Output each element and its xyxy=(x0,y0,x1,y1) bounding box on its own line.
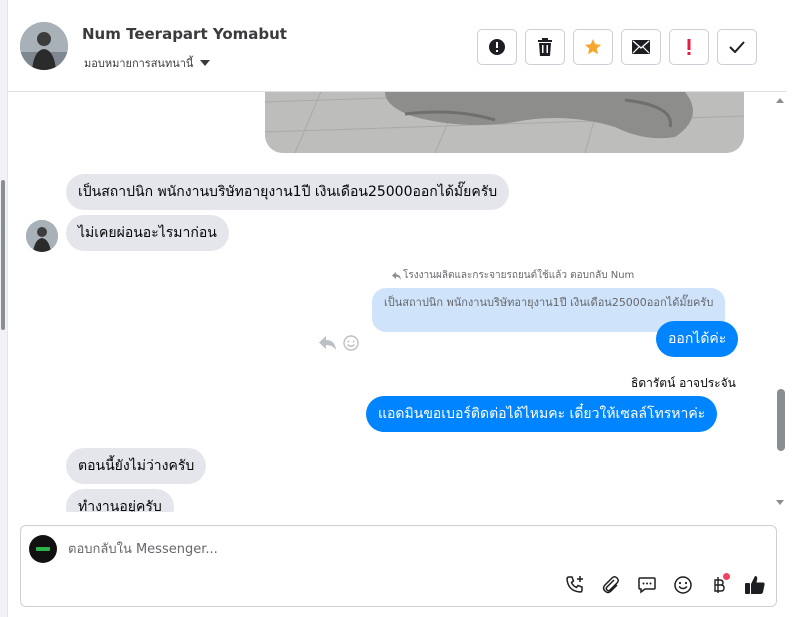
shared-photo[interactable] xyxy=(265,92,744,153)
trash-icon xyxy=(538,38,552,56)
scroll-down-arrow-icon[interactable] xyxy=(776,500,784,505)
reply-input[interactable] xyxy=(68,539,668,559)
message-incoming[interactable]: ทำงานอยู่ครับ xyxy=(66,489,174,512)
message-outgoing[interactable]: ออกได้ค่ะ xyxy=(656,321,739,357)
reply-composer xyxy=(20,525,777,607)
paperclip-icon xyxy=(602,576,619,594)
contact-name[interactable]: Num Teerapart Yomabut xyxy=(82,25,287,43)
composer-tools xyxy=(563,573,767,597)
reply-hint-text: โรงงานผลิตและกระจายรถยนต์ใช้แล้ว ตอบกลับ… xyxy=(403,270,635,281)
left-panel-edge xyxy=(0,0,8,617)
spam-button[interactable] xyxy=(477,29,517,65)
delete-button[interactable] xyxy=(525,29,565,65)
follow-up-button[interactable] xyxy=(669,29,709,65)
star-button[interactable] xyxy=(573,29,613,65)
check-icon xyxy=(729,41,745,53)
star-icon xyxy=(585,39,601,55)
assign-conversation-dropdown[interactable]: มอบหมายการสนทนานี้ xyxy=(84,54,211,72)
reply-icon[interactable] xyxy=(319,335,337,351)
agent-name: ธิดารัตน์ อาจประจัน xyxy=(631,376,736,390)
conversation-header: Num Teerapart Yomabut มอบหมายการสนทนานี้ xyxy=(8,0,786,92)
notification-dot xyxy=(723,573,730,580)
like-button[interactable] xyxy=(743,573,767,597)
page-avatar xyxy=(29,535,57,563)
reply-arrow-icon xyxy=(392,271,401,280)
caret-down-icon xyxy=(200,60,211,66)
call-add-button[interactable] xyxy=(563,573,587,597)
contact-avatar-small xyxy=(26,220,58,252)
reply-context: โรงงานผลิตและกระจายรถยนต์ใช้แล้ว ตอบกลับ… xyxy=(392,268,634,283)
message-incoming[interactable]: เป็นสถาปนิก พนักงานบริษัทอายุงาน1ปี เงิน… xyxy=(66,174,510,210)
saved-reply-icon xyxy=(638,577,656,594)
react-emoji-icon[interactable] xyxy=(343,335,359,351)
message-incoming[interactable]: ตอนนี้ยังไม่ว่างครับ xyxy=(66,448,207,484)
payment-button[interactable] xyxy=(707,573,731,597)
scroll-up-arrow-icon[interactable] xyxy=(776,98,784,103)
emoji-icon xyxy=(674,576,692,594)
contact-avatar[interactable] xyxy=(20,22,68,70)
assign-label: มอบหมายการสนทนานี้ xyxy=(84,57,194,70)
saved-reply-button[interactable] xyxy=(635,573,659,597)
emoji-button[interactable] xyxy=(671,573,695,597)
alert-circle-icon xyxy=(489,39,505,55)
attach-button[interactable] xyxy=(599,573,623,597)
left-scrollbar[interactable] xyxy=(1,180,5,330)
thumbs-up-icon xyxy=(745,576,765,594)
thread-scrollbar[interactable] xyxy=(773,92,786,512)
right-panel-edge xyxy=(788,0,798,617)
message-thread[interactable]: เป็นสถาปนิก พนักงานบริษัทอายุงาน1ปี เงิน… xyxy=(8,92,768,512)
exclamation-icon xyxy=(687,39,691,55)
call-add-icon xyxy=(566,576,583,593)
header-actions xyxy=(477,29,757,65)
envelope-icon xyxy=(632,40,650,54)
done-button[interactable] xyxy=(717,29,757,65)
message-outgoing[interactable]: แอดมินขอเบอร์ติดต่อได้ไหมคะ เดี๋ยวให้เซล… xyxy=(366,396,718,432)
message-incoming[interactable]: ไม่เคยผ่อนอะไรมาก่อน xyxy=(66,215,229,251)
message-hover-actions xyxy=(319,335,359,351)
mark-unread-button[interactable] xyxy=(621,29,661,65)
scrollbar-thumb[interactable] xyxy=(777,389,785,451)
